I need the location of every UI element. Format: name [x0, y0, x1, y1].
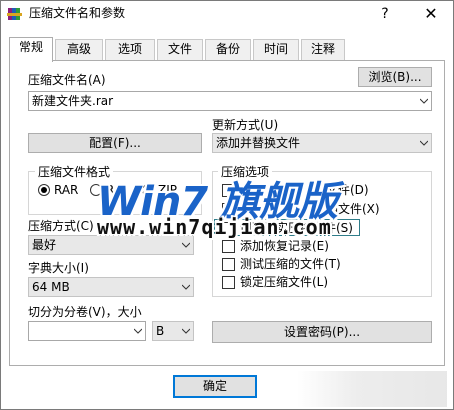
tab-time[interactable]: 时间	[253, 39, 299, 60]
update-mode-value: 添加并替换文件	[216, 136, 301, 150]
tab-advanced[interactable]: 高级	[55, 39, 103, 60]
archive-name-combo[interactable]: 新建文件夹.rar	[28, 91, 432, 111]
help-button[interactable]: ?	[371, 4, 399, 24]
chevron-down-icon	[182, 328, 190, 334]
winrar-books-icon	[7, 8, 22, 20]
method-value: 最好	[32, 238, 57, 252]
tab-comment[interactable]: 注释	[301, 39, 345, 60]
window-title: 压缩文件名和参数	[29, 6, 126, 20]
chevron-down-icon	[182, 242, 190, 248]
split-unit-value: B	[156, 324, 165, 338]
tab-general[interactable]: 常规	[9, 37, 53, 62]
dictionary-combo[interactable]: 64 MB	[28, 277, 194, 297]
profiles-button[interactable]: 配置(F)...	[28, 133, 202, 153]
set-password-button[interactable]: 设置密码(P)...	[212, 321, 432, 343]
chevron-down-icon	[420, 98, 428, 104]
tab-options[interactable]: 选项	[105, 39, 155, 60]
dictionary-value: 64 MB	[32, 280, 70, 294]
recovery-record-checkbox[interactable]	[222, 240, 235, 253]
method-label: 压缩方式(C)	[28, 219, 94, 233]
lock-archive-checkbox[interactable]	[222, 276, 235, 289]
format-rar-radio[interactable]	[38, 184, 50, 196]
test-archive-label: 测试压缩的文件(T)	[240, 257, 341, 271]
tab-files[interactable]: 文件	[157, 39, 203, 60]
update-mode-label: 更新方式(U)	[212, 118, 279, 132]
lock-archive-label: 锁定压缩文件(L)	[240, 275, 329, 289]
tab-backup[interactable]: 备份	[205, 39, 251, 60]
split-size-combo[interactable]	[28, 321, 146, 341]
recovery-record-label: 添加恢复记录(E)	[240, 239, 329, 253]
split-unit-combo[interactable]: B	[152, 321, 194, 341]
title-bar[interactable]: 压缩文件名和参数 ? ✕	[1, 1, 453, 27]
chevron-down-icon	[134, 328, 142, 334]
dialog-window: 压缩文件名和参数 ? ✕ 常规 高级 选项 文件 备份 时间 注释 压缩文件名(…	[0, 0, 454, 410]
archive-name-value: 新建文件夹.rar	[32, 94, 114, 108]
chevron-down-icon	[420, 140, 428, 146]
update-mode-combo[interactable]: 添加并替换文件	[212, 133, 432, 153]
split-label: 切分为分卷(V)，大小	[28, 305, 142, 319]
ok-button[interactable]: 确定	[173, 375, 257, 398]
corner-watermark-logo	[297, 371, 447, 407]
close-button[interactable]: ✕	[417, 4, 445, 24]
watermark-url: www.win7qijian.com	[97, 215, 332, 239]
chevron-down-icon	[182, 284, 190, 290]
browse-button[interactable]: 浏览(B)...	[358, 67, 432, 87]
archive-name-label: 压缩文件名(A)	[28, 73, 106, 87]
format-rar-label: RAR	[54, 183, 79, 197]
dictionary-label: 字典大小(I)	[28, 261, 89, 275]
test-archive-checkbox[interactable]	[222, 258, 235, 271]
